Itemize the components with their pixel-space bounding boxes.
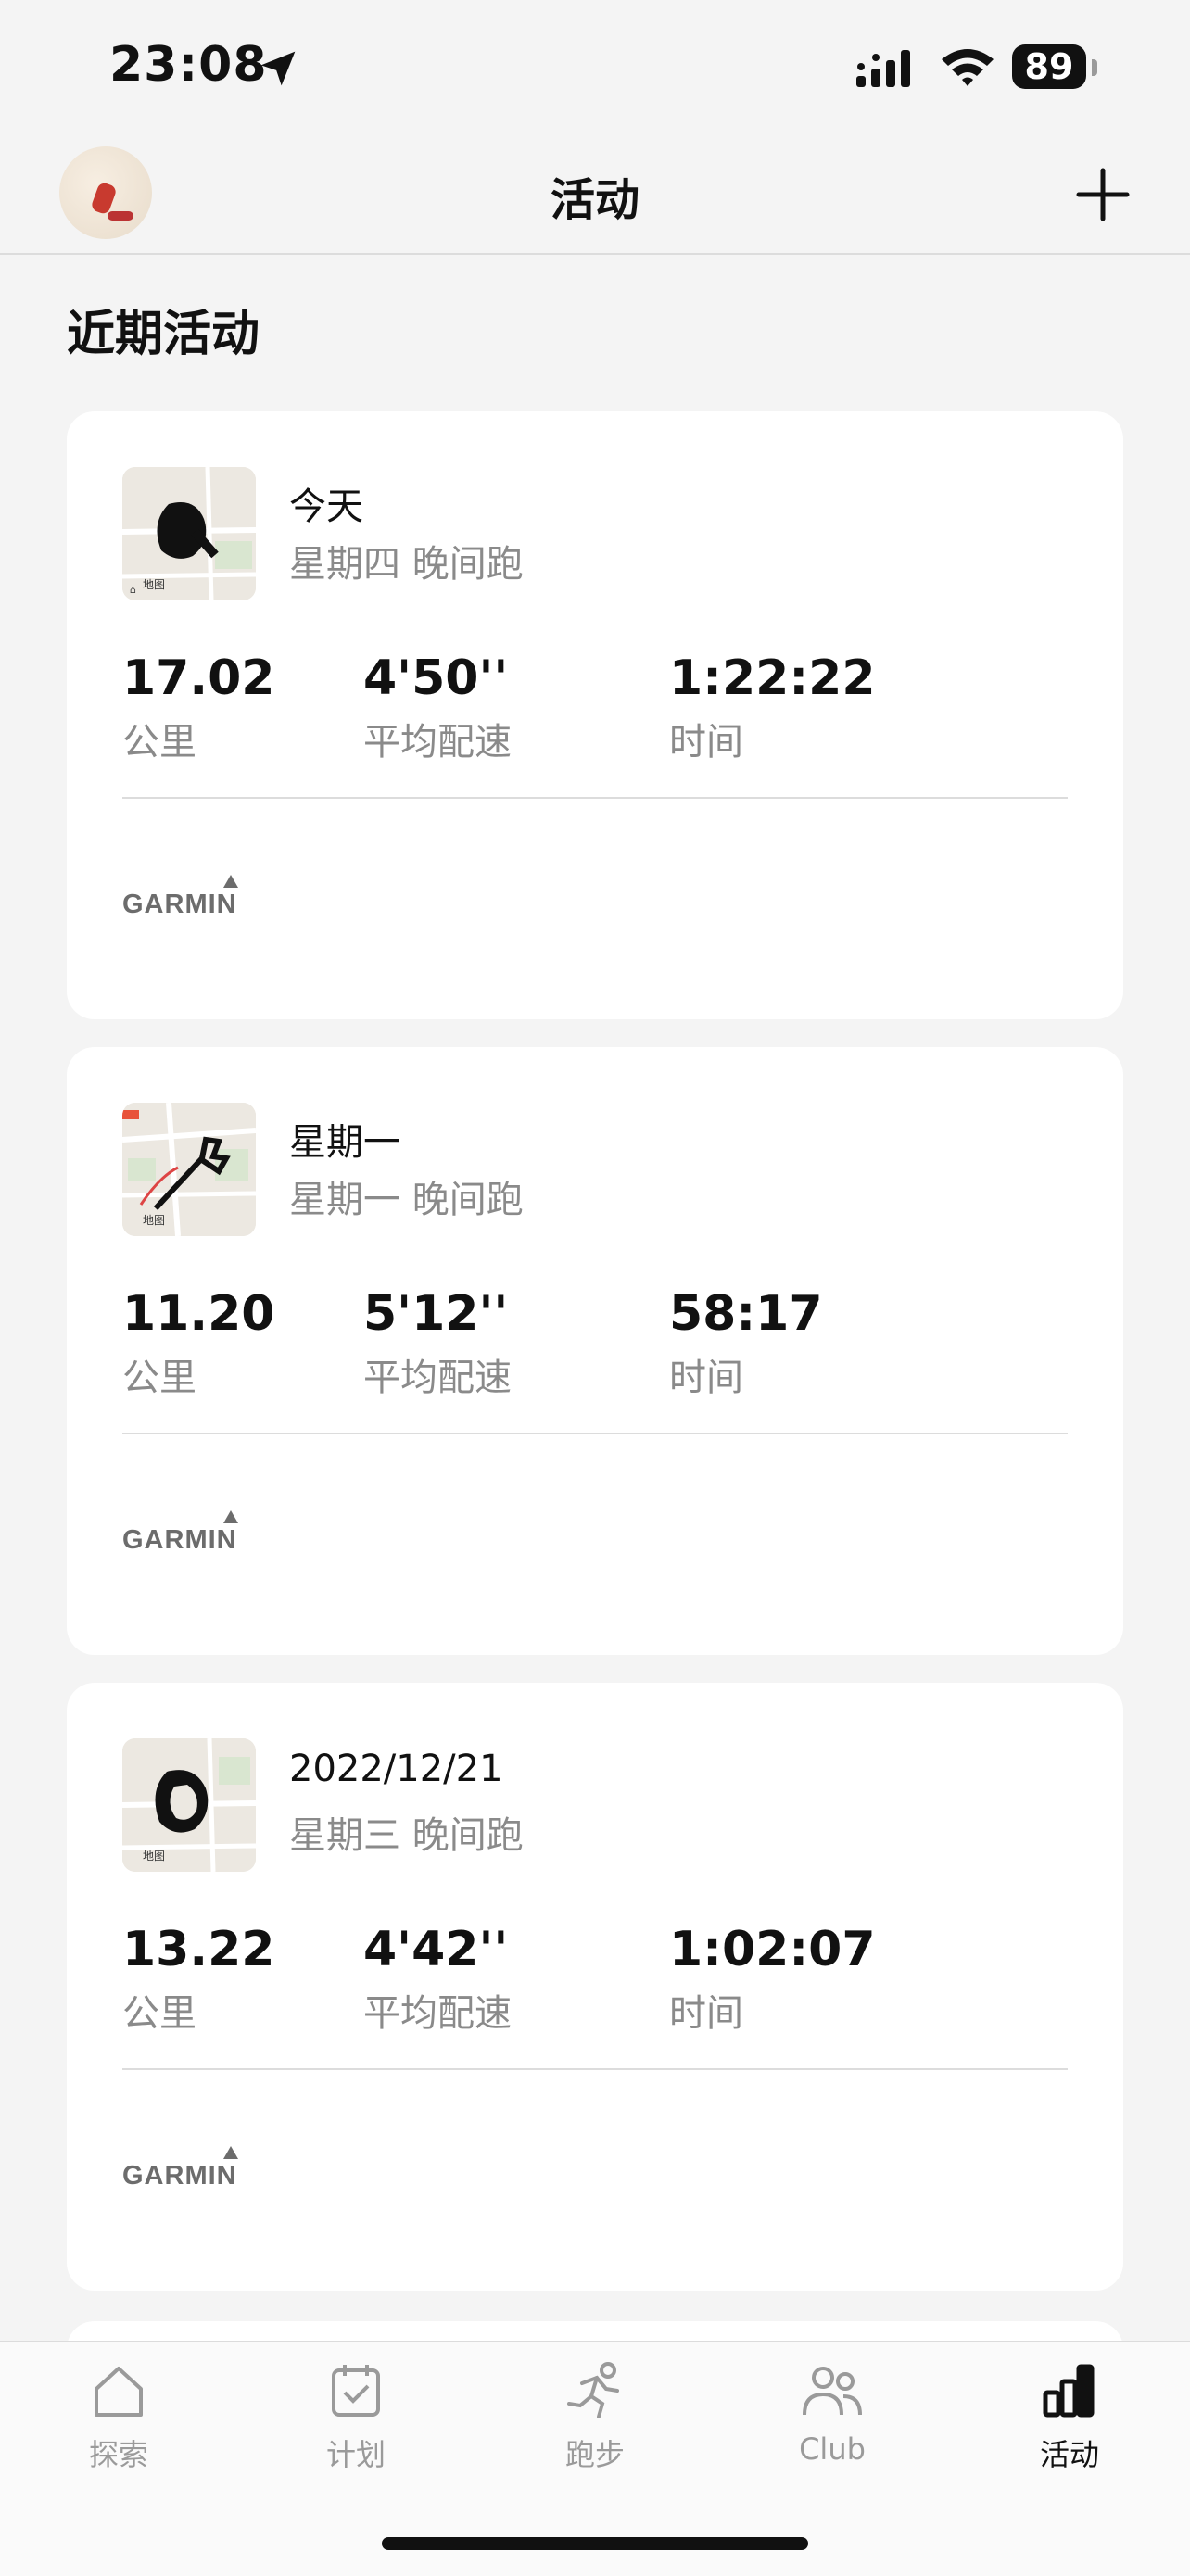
tab-label: 活动 (1039, 2437, 1099, 2472)
stat-pace: 5'12'' 平均配速 (363, 1286, 512, 1401)
tab-run[interactable]: 跑步 (521, 2361, 669, 2500)
stat-pace: 4'42'' 平均配速 (363, 1922, 512, 2037)
tab-activity[interactable]: 活动 (995, 2361, 1144, 2500)
stat-value: 1:22:22 (669, 650, 876, 706)
stat-time: 1:02:07 时间 (669, 1922, 876, 2037)
page-title: 活动 (550, 174, 639, 226)
stat-time: 58:17 时间 (669, 1286, 823, 1401)
stat-label: 公里 (122, 1992, 196, 2035)
cellular-signal-icon (856, 50, 910, 87)
map-label: 地图 (143, 1850, 166, 1863)
stat-label: 平均配速 (363, 1357, 512, 1399)
runner-icon (567, 2362, 619, 2418)
calendar-check-icon (332, 2365, 380, 2417)
stat-value: 17.02 (122, 650, 275, 706)
stat-value: 1:02:07 (669, 1922, 876, 1977)
activity-subtitle: 星期一 晚间跑 (289, 1179, 524, 1221)
stat-value: 13.22 (122, 1922, 275, 1977)
garmin-logo: GARMIN (122, 875, 252, 921)
battery-tip (1092, 59, 1097, 76)
stat-value: 5'12'' (363, 1286, 509, 1342)
add-icon[interactable] (1075, 167, 1131, 222)
stat-value: 11.20 (122, 1286, 275, 1342)
tab-explore[interactable]: 探索 (44, 2361, 193, 2500)
divider (122, 797, 1068, 799)
wifi-icon (942, 49, 994, 86)
tab-label: 探索 (88, 2437, 148, 2472)
stat-value: 4'42'' (363, 1922, 509, 1977)
activity-date: 星期一 (289, 1121, 400, 1164)
stat-label: 时间 (669, 1357, 743, 1399)
stat-distance: 13.22 公里 (122, 1922, 274, 2037)
divider (122, 1433, 1068, 1434)
activity-subtitle: 星期四 晚间跑 (289, 543, 524, 586)
tab-plan[interactable]: 计划 (282, 2361, 430, 2500)
section-title: 近期活动 (67, 307, 260, 362)
tab-label: 计划 (325, 2437, 386, 2472)
garmin-logo: GARMIN (122, 1510, 252, 1557)
stat-value: 4'50'' (363, 650, 509, 706)
stat-label: 平均配速 (363, 721, 512, 764)
activity-card[interactable]: 地图 星期一 星期一 晚间跑 11.20 公里 5'12'' 平均配速 58:1… (67, 1047, 1123, 1655)
location-arrow-icon (260, 51, 296, 86)
people-icon (803, 2367, 862, 2416)
tab-club[interactable]: Club (758, 2361, 906, 2500)
nav-bar: 活动 (0, 139, 1190, 255)
tab-label: Club (799, 2431, 866, 2467)
stat-pace: 4'50'' 平均配速 (363, 650, 512, 765)
activity-date: 2022/12/21 (289, 1748, 503, 1790)
route-map-thumbnail: 地图 (122, 1103, 256, 1236)
battery-indicator: 89 (1012, 44, 1086, 89)
stat-label: 时间 (669, 1992, 743, 2035)
stat-label: 平均配速 (363, 1992, 512, 2035)
divider (122, 2068, 1068, 2070)
status-time: 23:08 (109, 37, 268, 93)
map-label: 地图 (143, 578, 166, 591)
stat-distance: 17.02 公里 (122, 650, 274, 765)
activity-card[interactable]: 地图 2022/12/21 星期三 晚间跑 13.22 公里 4'42'' 平均… (67, 1683, 1123, 2291)
stat-value: 58:17 (669, 1286, 823, 1342)
svg-text:⌂: ⌂ (130, 584, 136, 596)
status-bar: 23:08 89 (0, 0, 1190, 139)
activity-subtitle: 星期三 晚间跑 (289, 1814, 524, 1857)
stat-label: 公里 (122, 721, 196, 764)
stat-distance: 11.20 公里 (122, 1286, 274, 1401)
bar-chart-icon (1043, 2364, 1095, 2418)
home-icon (95, 2367, 143, 2417)
stat-label: 公里 (122, 1357, 196, 1399)
tab-label: 跑步 (564, 2437, 625, 2472)
map-label: 地图 (143, 1214, 166, 1227)
garmin-logo: GARMIN (122, 2146, 252, 2192)
home-indicator[interactable] (382, 2537, 808, 2550)
stat-label: 时间 (669, 721, 743, 764)
activity-card[interactable]: ⌂ 地图 今天 星期四 晚间跑 17.02 公里 4'50'' 平均配速 1:2… (67, 411, 1123, 1019)
route-map-thumbnail: 地图 (122, 1738, 256, 1872)
stat-time: 1:22:22 时间 (669, 650, 876, 765)
route-map-thumbnail: ⌂ 地图 (122, 467, 256, 600)
activity-date: 今天 (289, 486, 363, 528)
